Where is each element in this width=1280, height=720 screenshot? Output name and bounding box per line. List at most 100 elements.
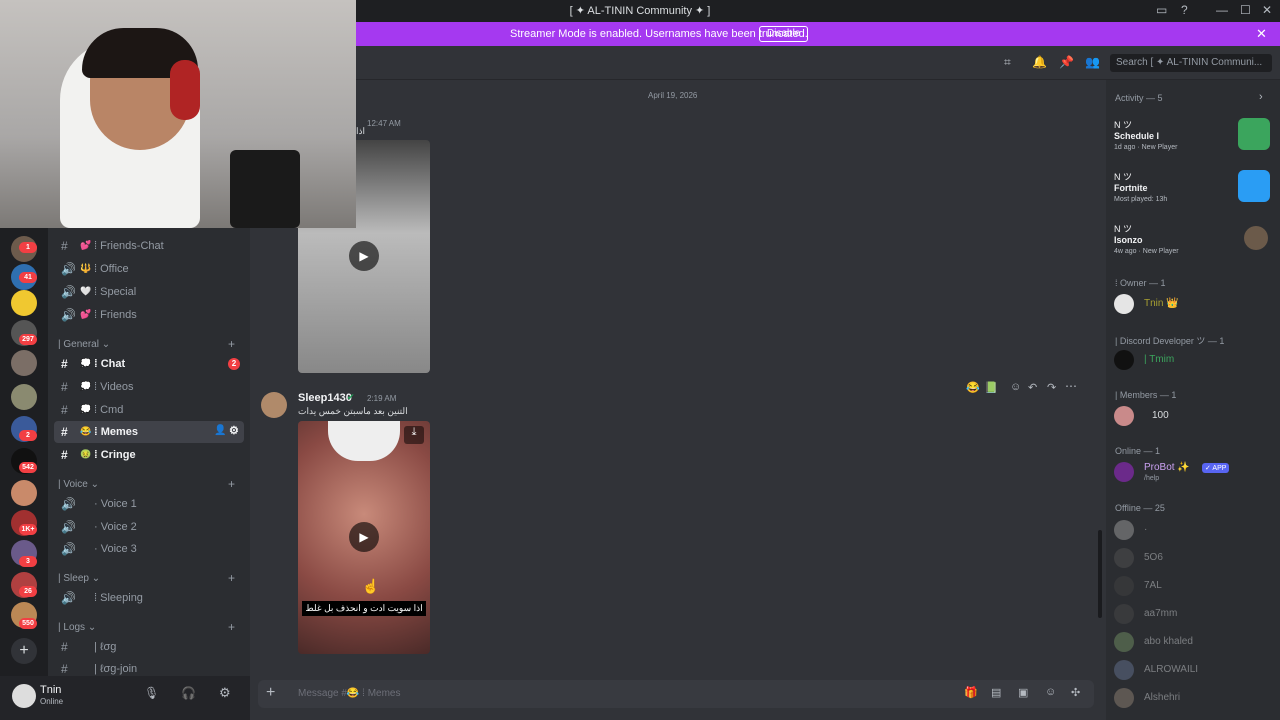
member-row[interactable]: aa7mm [1114, 602, 1274, 626]
inbox-icon[interactable]: ▭ [1156, 3, 1167, 17]
add-server-icon[interactable]: + [11, 638, 37, 664]
pin-icon[interactable]: 📌 [1059, 55, 1074, 69]
apps-icon[interactable]: ✣ [1071, 686, 1080, 699]
server-icon[interactable] [11, 384, 37, 410]
threads-icon[interactable]: ⌗ [1004, 55, 1011, 70]
member-probot[interactable]: ProBot ✨ ✓ APP /help [1114, 460, 1274, 484]
add-channel-icon[interactable]: + [228, 571, 235, 585]
minimize-icon[interactable]: — [1216, 3, 1228, 17]
attach-plus-icon[interactable]: + [266, 684, 275, 702]
avatar[interactable] [261, 392, 287, 418]
speaker-icon: 🔊 [61, 285, 76, 299]
forward-icon[interactable]: ↷ [1047, 381, 1056, 394]
more-icon[interactable]: ⋯ [1065, 379, 1077, 393]
reply-icon[interactable]: ↶ [1028, 381, 1037, 394]
disable-button[interactable]: Disable [759, 26, 809, 42]
gear-icon[interactable]: ⚙ [229, 424, 239, 437]
username[interactable]: Tnin [40, 684, 61, 696]
play-icon[interactable]: ▶ [349, 522, 379, 552]
microphone-icon[interactable]: 🎙 [144, 686, 159, 700]
settings-gear-icon[interactable]: ⚙ [219, 685, 231, 701]
channel-videos[interactable]: # 💭 ⁞ Videos [54, 376, 244, 398]
category-general[interactable]: | General ⌄ [58, 339, 110, 350]
reaction-emoji-icon[interactable]: 📗 [984, 381, 998, 394]
server-icon[interactable] [11, 350, 37, 376]
sticker-icon[interactable]: ▣ [1018, 686, 1028, 699]
message-composer[interactable]: + Message #😂 ⁞ Memes 🎁 ▤ ▣ ☺ ✣ [258, 680, 1094, 708]
channel-cringe[interactable]: # 🤢 ⁞ Cringe [54, 444, 244, 466]
headphones-icon[interactable]: 🎧 [181, 686, 196, 700]
add-channel-icon[interactable]: + [228, 620, 235, 634]
avatar [1114, 548, 1134, 568]
channel-office[interactable]: 🔊 🔱 ⁞ Office [54, 258, 244, 280]
member-developer[interactable]: | Tmim [1114, 348, 1274, 372]
maximize-icon[interactable]: ☐ [1240, 3, 1251, 17]
emoji-icon[interactable]: ☺ [1045, 686, 1056, 698]
message-input[interactable]: Message #😂 ⁞ Memes [298, 688, 401, 699]
bell-icon[interactable]: 🔔 [1032, 55, 1047, 69]
avatar[interactable] [12, 684, 36, 708]
channel-sleeping[interactable]: 🔊 ⁞ Sleeping [54, 587, 244, 609]
member-row[interactable]: 7AL [1114, 574, 1274, 598]
members-heading: | Members — 1 [1115, 390, 1177, 400]
channel-emoji: 💕 [80, 309, 92, 319]
channel-log[interactable]: # | ℓσg [54, 636, 244, 658]
avatar [1114, 520, 1134, 540]
play-icon[interactable]: ▶ [349, 241, 379, 271]
avatar [1114, 406, 1134, 426]
avatar [1114, 350, 1134, 370]
server-icon[interactable] [11, 480, 37, 506]
server-badge: 41 [19, 272, 37, 283]
server-rail: 1 41 297 2 542 1K+ 3 26 550 + [0, 228, 48, 676]
activity-detail: 4w ago · New Player [1114, 248, 1179, 255]
member-row[interactable]: 5O6 [1114, 546, 1274, 570]
add-reaction-icon[interactable]: ☺ [1010, 381, 1021, 393]
channel-friends[interactable]: 🔊 💕 ⁞ Friends [54, 304, 244, 326]
invite-icon[interactable]: 👤 [214, 425, 226, 436]
server-icon[interactable] [11, 290, 37, 316]
channel-voice-1[interactable]: 🔊 · Voice 1 [54, 493, 244, 515]
search-input[interactable]: Search [ ✦ AL-TININ Communi... [1110, 54, 1272, 72]
channel-label: ⁞ Cringe [94, 449, 136, 461]
member-row[interactable]: 100 [1114, 404, 1274, 428]
channel-cmd[interactable]: # 💭 ⁞ Cmd [54, 399, 244, 421]
activity-card[interactable]: N ツ Schedule I 1d ago · New Player [1114, 118, 1272, 164]
chevron-right-icon[interactable]: › [1259, 91, 1263, 103]
member-list-icon[interactable]: 👥 [1085, 55, 1100, 69]
message-author[interactable]: Sleep1430 [298, 392, 352, 404]
headphones-image [170, 60, 200, 120]
member-row[interactable]: abo khaled [1114, 630, 1274, 654]
channel-voice-2[interactable]: 🔊 · Voice 2 [54, 516, 244, 538]
close-banner-icon[interactable]: ✕ [1256, 26, 1267, 42]
member-row[interactable]: Alshehri [1114, 686, 1274, 710]
hash-icon: # [61, 403, 68, 417]
channel-chat[interactable]: # 💭 ⁞ Chat 2 [54, 353, 244, 375]
channel-voice-3[interactable]: 🔊 · Voice 3 [54, 538, 244, 560]
speaker-icon: 🔊 [61, 542, 76, 556]
category-voice[interactable]: | Voice ⌄ [58, 479, 99, 490]
channel-memes[interactable]: # 😂 ⁞ Memes 👤 ⚙ [54, 421, 244, 443]
hash-icon: # [61, 380, 68, 394]
add-channel-icon[interactable]: + [228, 477, 235, 491]
close-window-icon[interactable]: ✕ [1262, 3, 1272, 17]
member-owner[interactable]: Tnin 👑 [1114, 292, 1274, 316]
gif-icon[interactable]: ▤ [991, 686, 1001, 699]
server-badge: 3 [19, 556, 37, 567]
category-logs[interactable]: | Logs ⌄ [58, 622, 96, 633]
activity-card[interactable]: N ツ Fortnite Most played: 13h [1114, 170, 1272, 216]
scrollbar[interactable] [1098, 530, 1102, 618]
add-channel-icon[interactable]: + [228, 337, 235, 351]
download-icon[interactable]: ⤓ [404, 426, 424, 444]
reaction-laugh-icon[interactable]: 😂 [966, 381, 980, 394]
video-attachment[interactable]: ⤓ ▶ اذا سويت ادت و انحذف بل غلط [298, 421, 430, 654]
channel-special[interactable]: 🔊 🤍 ⁞ Special [54, 281, 244, 303]
member-row[interactable]: ALROWAILI [1114, 658, 1274, 682]
gift-icon[interactable]: 🎁 [964, 686, 978, 699]
activity-card[interactable]: N ツ Isonzo 4w ago · New Player [1114, 222, 1272, 268]
category-sleep[interactable]: | Sleep ⌄ [58, 573, 100, 584]
channel-friends-chat[interactable]: # 💕 ⁞ Friends-Chat [54, 235, 244, 257]
speaker-icon: 🔊 [61, 262, 76, 276]
member-row[interactable]: · [1114, 518, 1274, 542]
avatar [1114, 688, 1134, 708]
help-icon[interactable]: ? [1181, 3, 1188, 17]
